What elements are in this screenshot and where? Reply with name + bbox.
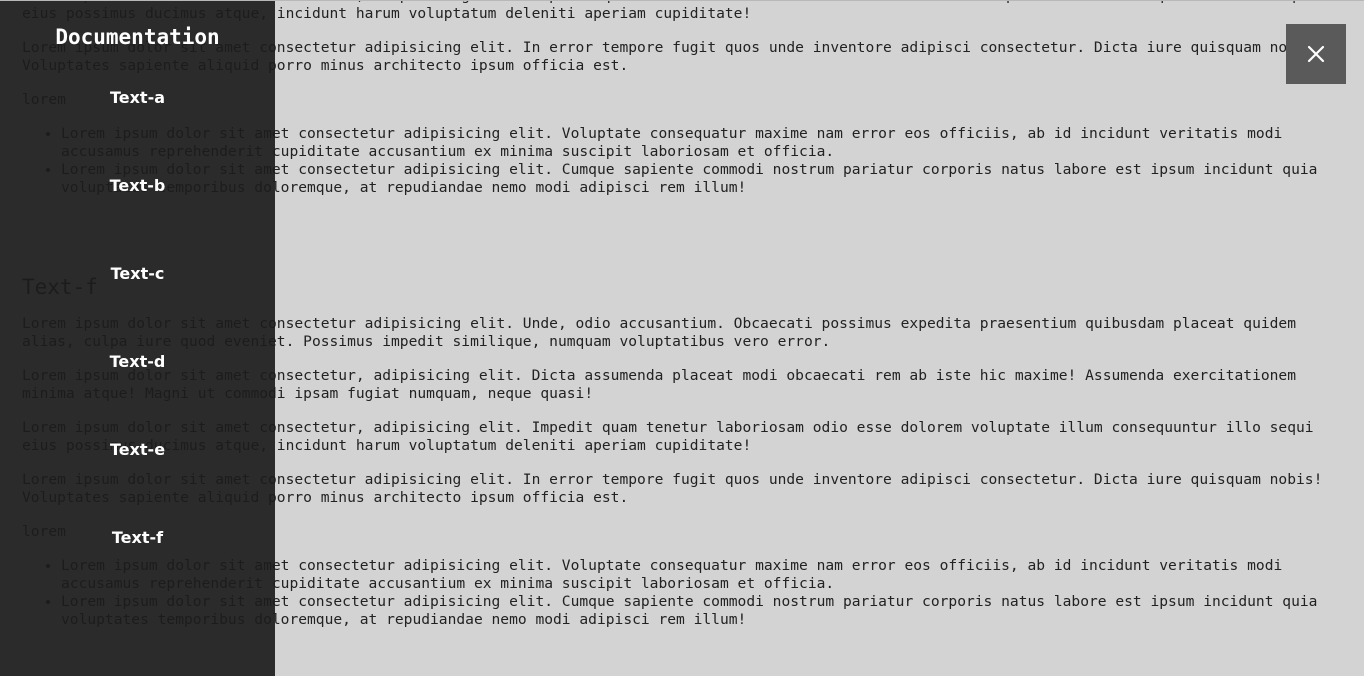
sidebar-item-text-a[interactable]: Text-a <box>0 79 275 117</box>
sidebar-item-text-c[interactable]: Text-c <box>0 255 275 293</box>
sidebar-overlay: Documentation Text-a Text-b Text-c Text-… <box>0 1 275 676</box>
sidebar-item-text-e[interactable]: Text-e <box>0 431 275 469</box>
close-button[interactable] <box>1286 24 1346 84</box>
close-icon <box>1307 45 1325 63</box>
sidebar-item-text-b[interactable]: Text-b <box>0 167 275 205</box>
sidebar-item-text-d[interactable]: Text-d <box>0 343 275 381</box>
sidebar-title: Documentation <box>55 25 220 49</box>
sidebar-item-text-f[interactable]: Text-f <box>0 519 275 557</box>
page: Lorem ipsum dolor sit amet consectetur, … <box>0 0 1364 676</box>
